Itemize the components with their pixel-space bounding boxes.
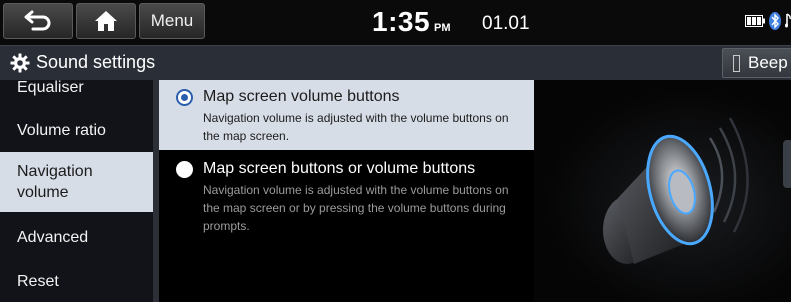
home-icon <box>95 11 117 31</box>
sidebar-item-reset[interactable]: Reset <box>0 261 153 301</box>
bluetooth-icon <box>769 12 781 30</box>
option-description: Navigation volume is adjusted with the v… <box>203 111 509 143</box>
beep-button[interactable]: Beep <box>722 48 791 78</box>
sidebar: Equaliser Volume ratio Navigation volume… <box>0 80 153 302</box>
speaker-icon <box>603 117 749 264</box>
sidebar-item-equaliser[interactable]: Equaliser <box>0 80 153 100</box>
clock-ampm: PM <box>434 22 451 34</box>
back-arrow-icon <box>24 10 51 31</box>
sidebar-item-advanced[interactable]: Advanced <box>0 217 153 257</box>
sidebar-item-volume-ratio[interactable]: Volume ratio <box>0 110 153 150</box>
battery-icon <box>745 15 765 27</box>
option-map-screen-buttons-or-volume-buttons[interactable]: Map screen buttons or volume buttons Nav… <box>159 152 534 242</box>
radio-selected-icon[interactable] <box>176 89 193 106</box>
beep-label: Beep <box>748 53 788 72</box>
clock-date: 01.01 <box>482 13 530 34</box>
clock: 1:35 PM <box>372 6 451 38</box>
sidebar-item-label: Navigation volume <box>17 163 93 201</box>
home-button[interactable] <box>76 3 136 39</box>
gear-icon <box>10 53 30 72</box>
music-note-icon <box>785 13 791 28</box>
option-map-screen-volume-buttons[interactable]: Map screen volume buttons Navigation vol… <box>159 80 534 150</box>
radio-unselected-icon[interactable] <box>176 161 193 178</box>
option-description: Navigation volume is adjusted with the v… <box>203 183 509 233</box>
option-title: Map screen buttons or volume buttons <box>203 160 476 177</box>
sidebar-item-label: Equaliser <box>17 80 84 96</box>
side-panel-handle[interactable] <box>783 140 791 188</box>
page-title-text: Sound settings <box>36 52 156 72</box>
beep-checkbox-icon <box>733 54 740 72</box>
option-title: Map screen volume buttons <box>203 88 400 105</box>
sidebar-item-navigation-volume[interactable]: Navigation volume <box>0 152 153 212</box>
back-button[interactable] <box>3 3 73 39</box>
speaker-illustration <box>534 80 791 302</box>
menu-button[interactable]: Menu <box>139 3 205 39</box>
sidebar-item-label: Volume ratio <box>17 121 106 139</box>
sidebar-item-label: Advanced <box>17 228 89 246</box>
status-bar: Menu 1:35 PM 01.01 <box>0 0 791 45</box>
clock-time: 1:35 <box>372 6 431 37</box>
page-title: Sound settings <box>10 52 155 73</box>
status-icons <box>745 12 791 30</box>
title-bar: Sound settings Beep <box>0 45 791 80</box>
options-list: Map screen volume buttons Navigation vol… <box>159 80 534 302</box>
sidebar-item-label: Reset <box>17 272 59 290</box>
